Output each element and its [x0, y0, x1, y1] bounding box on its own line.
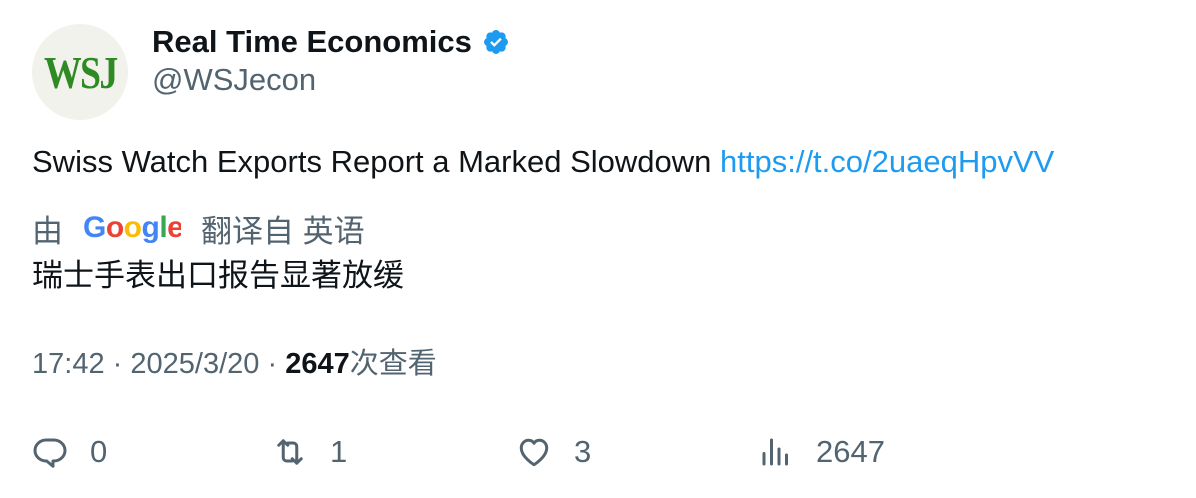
translated-text: 瑞士手表出口报告显著放缓: [32, 258, 404, 293]
tweet-text: Swiss Watch Exports Report a Marked Slow…: [32, 141, 1054, 183]
author-handle[interactable]: @WSJecon: [152, 62, 316, 98]
translation-attribution: 由 Google 翻译自 英语: [32, 206, 365, 250]
action-bar: 0 1 3 2647: [32, 430, 1172, 474]
reply-button[interactable]: 0: [32, 430, 107, 474]
reply-icon: [33, 438, 67, 468]
tweet-meta: 17:42 · 2025/3/20 · 2647次查看: [32, 342, 437, 386]
avatar-logo-text: WSJ: [43, 46, 118, 98]
reply-count: 0: [90, 434, 108, 469]
views-icon: [762, 438, 788, 466]
retweet-icon: [277, 439, 303, 465]
retweet-count: 1: [330, 434, 348, 469]
tweet-date[interactable]: 2025/3/20: [130, 348, 259, 380]
author-name[interactable]: Real Time Economics: [152, 24, 472, 60]
views-count: 2647: [285, 348, 350, 380]
tweet-time[interactable]: 17:42: [32, 348, 105, 380]
tweet-body: Swiss Watch Exports Report a Marked Slow…: [32, 144, 712, 179]
meta-separator: ·: [267, 348, 278, 380]
like-icon: [519, 438, 549, 467]
views-label: 次查看: [349, 348, 437, 380]
like-count: 3: [574, 434, 592, 469]
author-name-row: Real Time Economics: [152, 22, 510, 62]
verified-badge-icon: [482, 28, 510, 56]
retweet-button[interactable]: 1: [272, 430, 347, 474]
translation-prefix: 由: [32, 213, 63, 249]
google-logo-icon[interactable]: Google: [83, 210, 181, 246]
views-count-action: 2647: [816, 434, 885, 469]
tweet-link[interactable]: https://t.co/2uaeqHpvVV: [720, 144, 1054, 179]
meta-separator: ·: [112, 348, 123, 380]
svg-text:Google: Google: [83, 211, 181, 244]
translation-suffix: 翻译自 英语: [201, 213, 365, 249]
like-button[interactable]: 3: [516, 430, 591, 474]
views-button[interactable]: 2647: [758, 430, 885, 474]
avatar[interactable]: WSJ: [32, 24, 128, 120]
